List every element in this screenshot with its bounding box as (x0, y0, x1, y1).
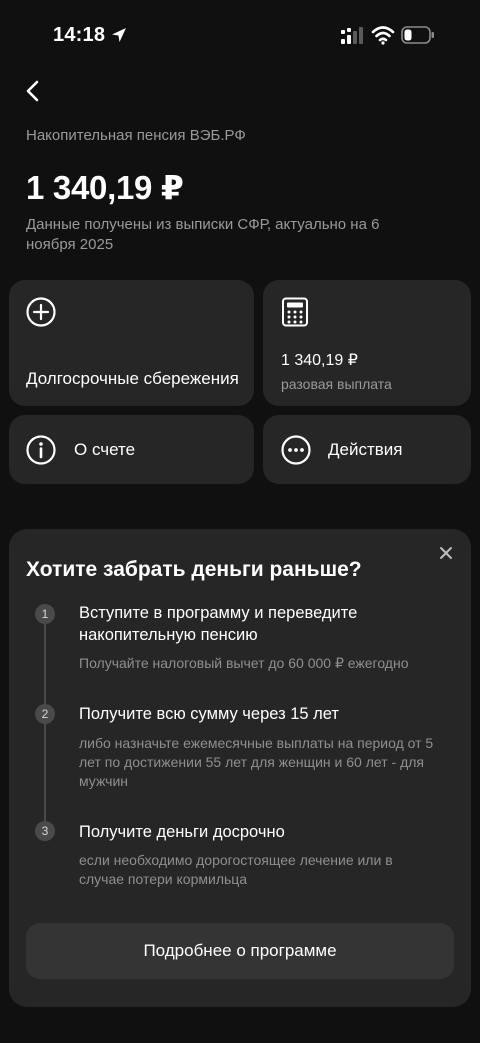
long-term-savings-tile[interactable]: Долгосрочные сбережения (9, 280, 254, 406)
cellular-signal-icon (341, 27, 363, 44)
status-bar: 14:18 (0, 0, 480, 70)
step-title: Получите деньги досрочно (79, 823, 285, 841)
close-icon[interactable] (435, 542, 457, 564)
screen: 14:18 Накопительная пенсия ВЭБ.РФ 1 340,… (0, 0, 480, 1043)
early-withdrawal-promo-card: Хотите забрать деньги раньше? 1 Вступите… (9, 529, 471, 1007)
balance-amount: 1 340,19 ₽ (26, 169, 184, 206)
data-source-note: Данные получены из выписки СФР, актуальн… (26, 216, 380, 253)
plus-circle-icon (26, 297, 56, 327)
promo-title: Хотите забрать деньги раньше? (26, 558, 362, 581)
wifi-icon (371, 26, 395, 45)
step-number: 3 (35, 821, 55, 841)
more-dots-icon (281, 435, 311, 465)
payout-amount: 1 340,19 ₽ (281, 352, 358, 369)
about-account-label: О счете (74, 440, 136, 459)
actions-label: Действия (328, 440, 403, 459)
status-time: 14:18 (53, 24, 106, 46)
product-name: Накопительная пенсия ВЭБ.РФ (26, 127, 246, 144)
location-arrow-icon (112, 28, 126, 42)
step-number: 1 (35, 604, 55, 624)
about-account-button[interactable]: О счете (9, 415, 254, 484)
info-icon (26, 435, 56, 465)
step-number: 2 (35, 704, 55, 724)
calculator-icon (282, 297, 308, 327)
one-time-payout-tile[interactable]: 1 340,19 ₽ разовая выплата (263, 280, 471, 406)
step-description: Получайте налоговый вычет до 60 000 ₽ еж… (79, 655, 409, 671)
actions-button[interactable]: Действия (263, 415, 471, 484)
step-title: Вступите в программу и переведите накопи… (79, 604, 358, 644)
program-details-button[interactable]: Подробнее о программе (26, 923, 454, 979)
back-button[interactable] (16, 74, 50, 108)
long-term-savings-label: Долгосрочные сбережения (26, 369, 239, 388)
payout-label: разовая выплата (281, 376, 392, 392)
step-description: либо назначьте ежемесячные выплаты на пе… (79, 735, 434, 789)
step-description: если необходимо дорогостоящее лечение ил… (79, 852, 393, 887)
battery-icon (401, 26, 434, 44)
step-title: Получите всю сумму через 15 лет (79, 705, 339, 723)
